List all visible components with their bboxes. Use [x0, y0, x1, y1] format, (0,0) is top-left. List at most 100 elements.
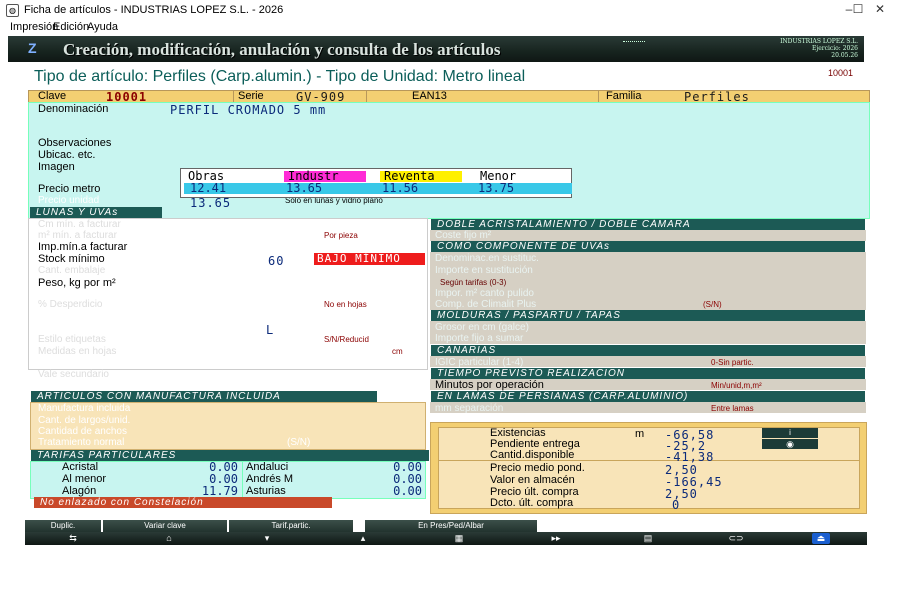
precio-unidad-label: Precio unidad	[38, 195, 100, 206]
duplic-button[interactable]: Duplic.	[25, 520, 101, 532]
uvas-section-title: COMO COMPONENTE DE UVAs	[431, 241, 865, 252]
estilo-label: Estilo etiquetas	[38, 334, 106, 345]
clave-label: Clave	[38, 90, 67, 102]
desperdicio-label: % Desperdicio	[38, 299, 103, 310]
navigation-icon[interactable]: ▸▸	[546, 533, 566, 544]
constelacion-status: No enlazado con Constelación	[34, 497, 332, 508]
logo-icon: Z	[28, 40, 37, 56]
doble-section-title: DOBLE ACRISTALAMIENTO / DOBLE CÁMARA	[431, 219, 865, 230]
arrow-up-icon[interactable]: ▴	[356, 533, 370, 544]
igic-label: IGIC particular (1-4)	[435, 357, 524, 368]
tratamiento-label: Tratamiento normal	[38, 437, 125, 448]
dcto-ult-value: 0	[672, 498, 681, 512]
denominac-label: Denominac.en sustituc.	[435, 253, 539, 264]
banner: Z Creación, modificación, anulación y co…	[8, 36, 864, 62]
menu-ayuda[interactable]: Ayuda	[87, 21, 118, 33]
serie-label: Serie	[238, 90, 264, 102]
cant-anchos-label: Cantidad de anchos	[38, 426, 127, 437]
por-pieza-note: Por pieza	[324, 231, 358, 240]
page-heading: Tipo de artículo: Perfiles (Carp.alumin.…	[34, 68, 526, 85]
lunas-section-title: LUNAS Y UVAs	[30, 207, 162, 218]
variar-clave-button[interactable]: Variar clave	[103, 520, 227, 532]
price-value-obras[interactable]: 12.41	[184, 182, 282, 194]
denominacion-label: Denominación	[38, 103, 109, 115]
importe-sustit-label: Importe en sustitución	[435, 265, 533, 276]
molduras-section-title: MOLDURAS / PASPARTU / TAPAS	[431, 310, 865, 321]
close-button[interactable]: ✕	[868, 2, 892, 17]
ubicac-label: Ubicac. etc.	[38, 149, 96, 161]
tarifa-label-andresm: Andrés M	[246, 473, 294, 485]
precio-medio-label: Precio medio pond.	[490, 462, 585, 474]
dcto-ult-label: Dcto. últ. compra	[490, 497, 574, 509]
segun-tarifas-note: Según tarifas (0-3)	[440, 278, 507, 287]
cm-min-label: Cm mín. a facturar	[38, 219, 121, 230]
mm-separacion-label: mm separación	[435, 403, 504, 414]
no-en-hojas-note: No en hojas	[324, 300, 367, 309]
exit-icon[interactable]: ⏏	[812, 533, 830, 544]
cant-embalaje-label: Cant. embalaje	[38, 265, 106, 276]
ean-label: EAN13	[412, 90, 447, 102]
vale-secundario-label: Vale secundario	[38, 369, 109, 380]
m2-min-label: m² mín. a facturar	[38, 230, 117, 241]
title-bar: ◍ Ficha de artículos - INDUSTRIAS LOPEZ …	[0, 0, 900, 20]
stock-min-field[interactable]: 60	[268, 254, 284, 268]
imp-min-label: Imp.mín.a facturar	[38, 241, 128, 253]
tarifa-label-asturias: Asturias	[246, 485, 286, 497]
disponible-value: -41,38	[665, 450, 715, 464]
eye-icon: ◉	[786, 439, 794, 449]
manufactura-incluida-label: Manufactura incluida	[38, 403, 131, 414]
price-value-reventa[interactable]: 11.56	[376, 182, 474, 194]
menu-impresion[interactable]: Impresión	[10, 21, 58, 33]
denominacion-field[interactable]: PERFIL CROMADO 5 mm	[170, 103, 326, 117]
stock-min-label: Stock mínimo	[38, 253, 105, 265]
familia-label: Familia	[606, 90, 642, 102]
maximize-button[interactable]: ☐	[850, 2, 866, 17]
tarifa-value-alagon[interactable]: 11.79	[170, 485, 238, 497]
price-value-industr[interactable]: 13.65	[280, 182, 378, 194]
en-pres-button[interactable]: En Pres/Ped/Albar	[365, 520, 537, 532]
duplicate-icon[interactable]: ⇆	[66, 533, 80, 544]
manufactura-section-title: ARTICULOS CON MANUFACTURA INCLUIDA	[31, 391, 377, 402]
bajo-minimo-badge: BAJO MÍNIMO	[314, 253, 425, 265]
view-button[interactable]: ◉	[762, 439, 818, 449]
grid-icon[interactable]: ▦	[452, 533, 466, 544]
peso-label: Peso, kg por m²	[38, 277, 116, 289]
precio-metro-label: Precio metro	[38, 183, 101, 195]
record-code: 10001	[828, 68, 854, 78]
table-icon[interactable]: ▤	[641, 533, 655, 544]
company-info: INDUSTRIAS LOPEZ S.L. Ejercicio: 2026 20…	[780, 38, 858, 59]
price-value-menor[interactable]: 13.75	[472, 182, 572, 194]
app-icon: ◍	[6, 4, 19, 17]
canarias-section-title: CANARIAS	[431, 345, 865, 356]
menu-bar: Impresión Edición Ayuda	[0, 19, 900, 35]
impor-canto-label: Impor. m² canto pulido	[435, 288, 534, 299]
importe-fijo-label: Importe fijo a sumar	[435, 333, 524, 344]
persianas-section-title: EN LAMAS DE PERSIANAS (CARP.ALUMINIO)	[431, 391, 865, 402]
cm-note: cm	[392, 347, 403, 356]
link-icon[interactable]: ⊂⊃	[725, 533, 747, 544]
precio-unidad-field[interactable]: 13.65	[190, 196, 231, 210]
basket-icon[interactable]: ⌂	[162, 533, 176, 544]
tarifa-label-acristal: Acristal	[62, 461, 99, 473]
info-button[interactable]: i	[762, 428, 818, 438]
coste-label: Coste fijo m²	[435, 230, 492, 241]
existencias-unit: m	[635, 428, 645, 440]
unidad-l-field[interactable]: L	[266, 323, 274, 337]
disponible-label: Cantid.disponible	[490, 449, 575, 461]
tarif-partic-button[interactable]: Tarif.partic.	[229, 520, 353, 532]
observaciones-label: Observaciones	[38, 137, 112, 149]
climalit-sn-note: (S/N)	[703, 300, 722, 309]
tratamiento-sn: (S/N)	[287, 437, 311, 448]
grosor-label: Grosor en cm (galce)	[435, 322, 529, 333]
arrow-down-icon[interactable]: ▾	[260, 533, 274, 544]
tarifa-label-alagon: Alagón	[62, 485, 97, 497]
medidas-label: Medidas en hojas	[38, 346, 117, 357]
menu-edicion[interactable]: Edición	[53, 21, 89, 33]
main-info-panel	[28, 102, 870, 219]
tarifa-value-asturias[interactable]: 0.00	[350, 485, 422, 497]
imagen-label: Imagen	[38, 161, 75, 173]
tiempo-section-title: TIEMPO PREVISTO REALIZACION	[431, 368, 865, 379]
sin-partic-note: 0-Sin partic.	[711, 358, 754, 367]
min-unid-note: Min/unid,m,m²	[711, 381, 762, 390]
climalit-label: Comp. de Climalit Plus	[435, 299, 537, 310]
